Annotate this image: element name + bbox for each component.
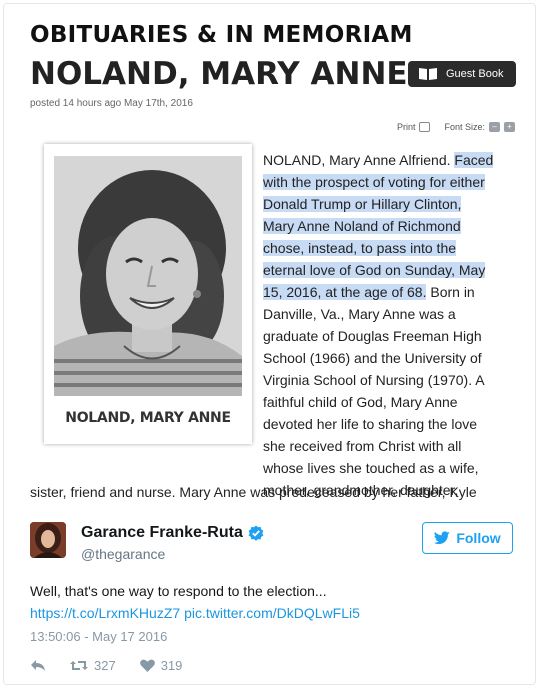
body-text: devoted her life to sharing the love [263, 416, 478, 432]
guest-book-label: Guest Book [446, 68, 504, 80]
highlighted-text: Mary Anne Noland of Richmond [263, 218, 461, 234]
display-name[interactable]: Garance Franke-Ruta [81, 524, 264, 542]
like-count: 319 [160, 658, 183, 673]
retweet-count: 327 [94, 658, 116, 673]
highlighted-text: Donald Trump or Hillary Clinton, [263, 196, 462, 212]
retweet-icon [70, 659, 88, 672]
obituary-line: Virginia School of Nursing (1970). A [263, 369, 523, 391]
obituary-line: graduate of Douglas Freeman High [263, 325, 523, 347]
obituary-line: NOLAND, Mary Anne Alfriend. Faced [263, 149, 523, 171]
like-button[interactable]: 319 [139, 658, 183, 673]
print-label[interactable]: Print [397, 122, 416, 132]
follow-button[interactable]: Follow [422, 522, 513, 554]
obituary-body-text: NOLAND, Mary Anne Alfriend. Faced with th… [263, 149, 523, 501]
highlighted-text: eternal love of God on Sunday, May [263, 262, 486, 278]
reply-icon [30, 659, 46, 672]
portrait-caption: NOLAND, MARY ANNE [65, 410, 231, 426]
posted-date: posted 14 hours ago May 17th, 2016 [30, 98, 193, 109]
body-text: NOLAND, Mary Anne Alfriend. [263, 152, 455, 168]
tweet-link[interactable]: https://t.co/LrxmKHuzZ7 [30, 605, 180, 621]
font-size-label: Font Size: [444, 122, 485, 132]
avatar[interactable] [30, 522, 66, 558]
body-text: Born in [426, 284, 475, 300]
obituary-line: devoted her life to sharing the love [263, 413, 523, 435]
obituary-screenshot[interactable]: OBITUARIES & IN MEMORIAM NOLAND, MARY AN… [4, 4, 535, 510]
highlighted-text: with the prospect of voting for either [263, 174, 485, 190]
follow-label: Follow [456, 530, 501, 546]
obituary-line: faithful child of God, Mary Anne [263, 391, 523, 413]
obituary-line: Danville, Va., Mary Anne was a [263, 303, 523, 325]
heart-icon [139, 659, 155, 672]
obituary-line: 15, 2016, at the age of 68. Born in [263, 281, 523, 303]
twitter-bird-icon [434, 531, 451, 545]
obituary-line: eternal love of God on Sunday, May [263, 259, 523, 281]
tweet-actions: 327 319 [30, 658, 182, 673]
tweet-timestamp[interactable]: 13:50:06 - May 17 2016 [30, 629, 167, 644]
font-decrease-button[interactable]: – [489, 122, 500, 132]
highlighted-text: Faced [454, 152, 494, 168]
obituary-name-heading: NOLAND, MARY ANNE [30, 56, 408, 92]
obituary-line: chose, instead, to pass into the [263, 237, 523, 259]
obituary-line: School (1966) and the University of [263, 347, 523, 369]
obituary-line: she received from Christ with all [263, 435, 523, 457]
body-text: she received from Christ with all [263, 438, 462, 454]
body-text: Danville, Va., Mary Anne was a [263, 306, 456, 322]
tweet-author[interactable]: Garance Franke-Ruta @thegarance [30, 522, 264, 562]
obituary-line: whose lives she touched as a wife, [263, 457, 523, 479]
obituary-line: with the prospect of voting for either [263, 171, 523, 193]
obituary-section-title: OBITUARIES & IN MEMORIAM [30, 22, 413, 48]
portrait-photo [54, 156, 242, 396]
body-text: whose lives she touched as a wife, [263, 460, 479, 476]
body-text: Virginia School of Nursing (1970). A [263, 372, 485, 388]
open-book-icon [418, 67, 438, 81]
guest-book-button[interactable]: Guest Book [408, 61, 516, 87]
display-name-text: Garance Franke-Ruta [81, 524, 243, 541]
font-increase-button[interactable]: + [504, 122, 515, 132]
tweet-media-link[interactable]: pic.twitter.com/DkDQLwFLi5 [184, 605, 360, 621]
body-text: faithful child of God, Mary Anne [263, 394, 458, 410]
obituary-line: Donald Trump or Hillary Clinton, [263, 193, 523, 215]
print-icon[interactable] [419, 122, 431, 132]
tweet-body: Well, that's one way to respond to the e… [30, 583, 327, 599]
highlighted-text: 15, 2016, at the age of 68. [263, 284, 427, 300]
obituary-line: Mary Anne Noland of Richmond [263, 215, 523, 237]
reply-button[interactable] [30, 659, 46, 672]
portrait-frame: NOLAND, MARY ANNE [44, 144, 252, 444]
verified-badge-icon [248, 525, 264, 541]
user-handle[interactable]: @thegarance [81, 546, 264, 562]
tweet-text: Well, that's one way to respond to the e… [30, 580, 360, 624]
body-text: School (1966) and the University of [263, 350, 482, 366]
text-tools: Print Font Size: – + [397, 122, 515, 132]
body-text: graduate of Douglas Freeman High [263, 328, 482, 344]
highlighted-text: chose, instead, to pass into the [263, 240, 457, 256]
tweet-card: OBITUARIES & IN MEMORIAM NOLAND, MARY AN… [3, 3, 536, 685]
retweet-button[interactable]: 327 [70, 658, 116, 673]
obituary-continued-line: sister, friend and nurse. Mary Anne was … [30, 484, 477, 500]
